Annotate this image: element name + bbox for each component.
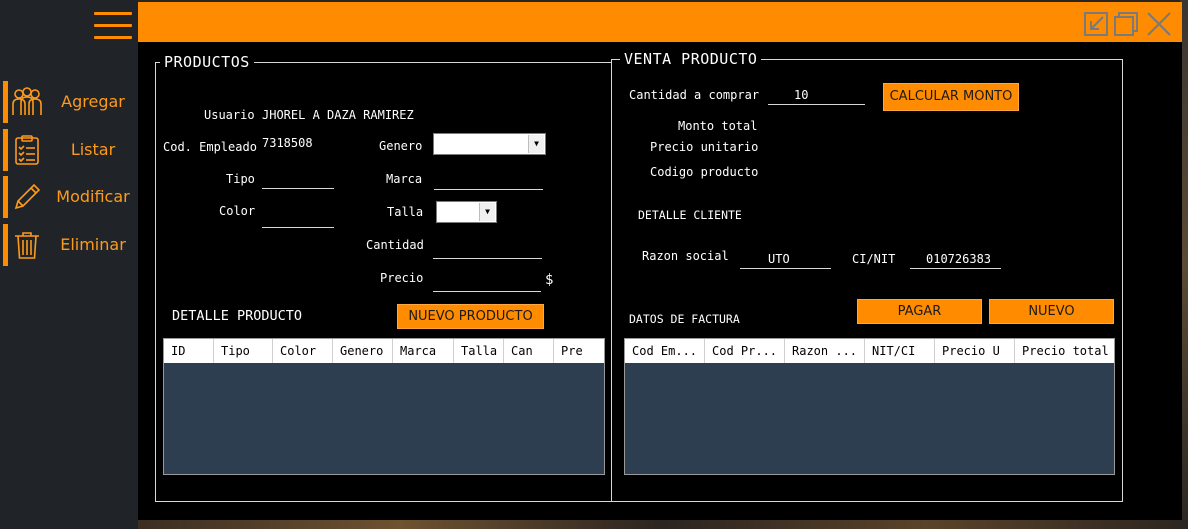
column-header[interactable]: Tipo (214, 339, 273, 363)
column-header[interactable]: Genero (333, 339, 393, 363)
minimize-icon[interactable] (1083, 11, 1109, 37)
table-header: ID Tipo Color Genero Marca Talla Can Pre (164, 339, 604, 363)
cod-empleado-value: 7318508 (262, 136, 313, 150)
column-header[interactable]: Talla (454, 339, 504, 363)
precio-label: Precio (380, 271, 424, 285)
usuario-value: JHOREL A DAZA RAMIREZ (262, 108, 414, 122)
checklist-icon (15, 135, 39, 165)
active-indicator (3, 81, 8, 123)
title-bar[interactable] (138, 2, 1182, 42)
usuario-label: Usuario (204, 108, 255, 122)
genero-label: Genero (379, 139, 423, 153)
cantidad-comprar-label: Cantidad a comprar (629, 88, 760, 102)
currency-symbol: $ (545, 272, 554, 288)
chevron-down-icon: ▼ (479, 203, 495, 221)
tipo-label: Tipo (226, 172, 255, 186)
genero-select[interactable]: ▼ (433, 133, 546, 155)
column-header[interactable]: Precio U (935, 339, 1015, 363)
monto-total-label: Monto total (678, 119, 758, 133)
column-header[interactable]: Pre (554, 339, 604, 363)
sidebar-item-modificar[interactable]: Modificar (0, 176, 138, 218)
venta-legend: VENTA PRODUCTO (620, 50, 762, 68)
sidebar-item-label: Listar (70, 140, 116, 159)
column-header[interactable]: Can (504, 339, 554, 363)
detalle-producto-label: DETALLE PRODUCTO (172, 308, 303, 324)
ci-nit-input[interactable] (910, 249, 1001, 269)
cantidad-input[interactable] (433, 239, 542, 259)
active-indicator (3, 176, 8, 218)
talla-select[interactable]: ▼ (436, 201, 497, 223)
hamburger-menu-icon[interactable] (94, 10, 132, 40)
active-indicator (3, 224, 8, 266)
sidebar-item-eliminar[interactable]: Eliminar (0, 224, 138, 266)
sidebar-item-label: Agregar (61, 92, 125, 111)
column-header[interactable]: Precio total (1015, 339, 1114, 363)
productos-legend: PRODUCTOS (160, 53, 254, 71)
cod-empleado-label: Cod. Empleado (163, 140, 257, 154)
sidebar: Agregar Listar Modificar Eliminar (0, 0, 138, 529)
pencil-icon (14, 183, 41, 210)
talla-label: Talla (387, 205, 424, 219)
column-header[interactable]: ID (164, 339, 214, 363)
cantidad-label: Cantidad (366, 238, 424, 252)
column-header[interactable]: Marca (393, 339, 454, 363)
active-indicator (3, 129, 8, 171)
sidebar-item-label: Modificar (56, 187, 130, 206)
nuevo-producto-button[interactable]: NUEVO PRODUCTO (397, 304, 544, 329)
maximize-icon[interactable] (1113, 11, 1139, 37)
color-input[interactable] (262, 208, 334, 228)
pagar-button[interactable]: PAGAR (857, 299, 982, 324)
factura-table[interactable]: Cod Em... Cod Pr... Razon ... NIT/CI Pre… (624, 338, 1115, 475)
sidebar-item-listar[interactable]: Listar (0, 129, 138, 171)
table-header: Cod Em... Cod Pr... Razon ... NIT/CI Pre… (625, 339, 1114, 363)
datos-factura-label: DATOS DE FACTURA (629, 312, 740, 326)
trash-icon (15, 232, 39, 259)
column-header[interactable]: Color (273, 339, 333, 363)
detalle-cliente-label: DETALLE CLIENTE (638, 208, 742, 222)
razon-social-input[interactable] (740, 249, 831, 269)
color-label: Color (219, 204, 256, 218)
sidebar-item-agregar[interactable]: Agregar (0, 81, 138, 123)
main-panel: PRODUCTOS Usuario JHOREL A DAZA RAMIREZ … (138, 42, 1182, 520)
razon-social-label: Razon social (642, 249, 729, 263)
column-header[interactable]: Razon ... (785, 339, 865, 363)
close-icon[interactable] (1146, 11, 1172, 37)
ci-nit-label: CI/NIT (852, 252, 896, 266)
nuevo-button[interactable]: NUEVO (989, 299, 1114, 324)
desktop-background-strip (138, 520, 1188, 529)
column-header[interactable]: NIT/CI (865, 339, 935, 363)
marca-label: Marca (386, 172, 423, 186)
productos-table[interactable]: ID Tipo Color Genero Marca Talla Can Pre (163, 338, 605, 475)
users-icon (12, 87, 42, 115)
precio-unitario-label: Precio unitario (650, 140, 759, 154)
cantidad-comprar-input[interactable] (768, 85, 865, 105)
marca-input[interactable] (434, 170, 543, 190)
codigo-producto-label: Codigo producto (650, 165, 759, 179)
sidebar-item-label: Eliminar (60, 235, 126, 254)
column-header[interactable]: Cod Pr... (705, 339, 785, 363)
precio-input[interactable] (433, 272, 541, 292)
chevron-down-icon: ▼ (528, 135, 544, 153)
tipo-input[interactable] (262, 169, 334, 189)
column-header[interactable]: Cod Em... (625, 339, 705, 363)
calcular-monto-button[interactable]: CALCULAR MONTO (883, 83, 1019, 111)
